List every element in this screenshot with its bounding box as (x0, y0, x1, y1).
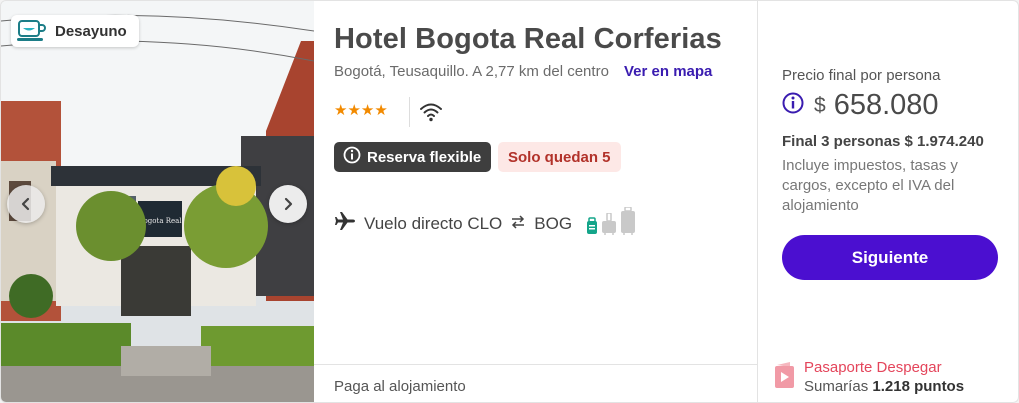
payment-bar: Paga al alojamiento (314, 364, 757, 402)
passport-rewards: Pasaporte Despegar Sumarías 1.218 puntos (774, 358, 964, 396)
taxes-note: Incluye impuestos, tasas y cargos, excep… (782, 157, 958, 214)
availability-tag: Solo quedan 5 (498, 142, 621, 172)
swap-arrows-icon (510, 214, 526, 234)
personal-bag-icon (586, 217, 598, 240)
passport-icon (774, 361, 796, 394)
breakfast-badge: Desayuno (11, 15, 139, 47)
passport-text: Pasaporte Despegar Sumarías 1.218 puntos (804, 358, 964, 396)
price-currency: $ (814, 93, 826, 117)
checked-bag-icon (620, 206, 636, 240)
hotel-card[interactable]: Bogota Real Desayuno Hotel Bogota Real C… (0, 0, 1019, 403)
hotel-name[interactable]: Hotel Bogota Real Corferias (334, 23, 722, 56)
chevron-left-icon (19, 197, 33, 211)
carry-on-icon (601, 212, 617, 240)
breakfast-label: Desayuno (55, 22, 127, 40)
hotel-location: Bogotá, Teusaquillo. A 2,77 km del centr… (334, 63, 609, 80)
hotel-photo[interactable]: Bogota Real Desayuno (1, 1, 314, 402)
flexible-booking-tag[interactable]: Reserva flexible (334, 142, 492, 172)
points-prefix: Sumarías (804, 378, 869, 395)
next-photo-button[interactable] (269, 185, 307, 223)
coffee-cup-icon (17, 18, 47, 44)
total-price: Final 3 personas $ 1.974.240 (782, 133, 984, 150)
hotel-info: Hotel Bogota Real Corferias Bogotá, Teus… (314, 1, 758, 402)
hotel-photo-image: Bogota Real (1, 1, 314, 402)
star-rating: ★★★★ (334, 102, 388, 119)
wifi-icon (420, 102, 442, 127)
flexible-booking-label: Reserva flexible (367, 148, 482, 166)
payment-label: Paga al alojamiento (334, 378, 466, 395)
baggage-icons (586, 206, 636, 240)
points-value: 1.218 puntos (872, 378, 965, 395)
divider (409, 97, 410, 127)
flight-text: Vuelo directo CLO (364, 213, 503, 233)
previous-photo-button[interactable] (7, 185, 45, 223)
airplane-icon (334, 211, 356, 236)
price-row: $ 658.080 (782, 89, 939, 122)
flight-info: Vuelo directo CLO BOG (334, 206, 636, 240)
flight-destination: BOG (534, 213, 573, 233)
info-circle-icon (343, 146, 361, 168)
price-panel: Precio final por persona $ 658.080 Final… (759, 1, 1018, 402)
chevron-right-icon (281, 197, 295, 211)
price-amount: 658.080 (833, 89, 939, 121)
price-label: Precio final por persona (782, 67, 941, 84)
passport-title: Pasaporte Despegar (804, 359, 942, 376)
next-button[interactable]: Siguiente (782, 235, 998, 280)
passport-points-line: Sumarías 1.218 puntos (804, 377, 964, 396)
view-map-link[interactable]: Ver en mapa (624, 63, 712, 80)
info-circle-icon[interactable] (782, 92, 804, 119)
